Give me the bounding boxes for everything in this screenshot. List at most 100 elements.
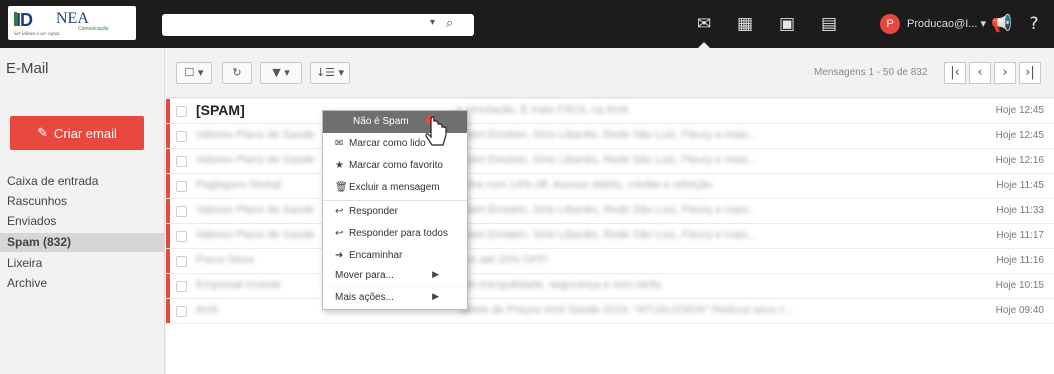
menu-item-reply-all[interactable]: ↩ Responder para todos (323, 223, 467, 245)
message-row[interactable]: Valoreo Plano de Saúde Albert Einstein, … (166, 149, 1054, 174)
top-bar: ID NEA Comunicação Ser idôneo é ser capa… (0, 0, 1054, 49)
edit-icon: ✎ (37, 125, 49, 140)
message-time: Hoje 12:45 (995, 105, 1044, 116)
folder-archive[interactable]: Archive (0, 274, 164, 293)
message-subject: Linha com 14% off, Acesso débito, crédit… (456, 179, 713, 191)
refresh-icon[interactable]: ↻ (222, 62, 252, 84)
message-sender: Valoreo Plano de Saúde (196, 129, 315, 141)
row-checkbox[interactable] (176, 181, 187, 192)
menu-item-delete[interactable]: 🗑Excluir a mensagem (323, 177, 467, 199)
message-sender: Pagloguro Global (196, 179, 282, 191)
calendar-icon[interactable]: ▦ (731, 10, 759, 38)
menu-item-label: Marcar como lido (349, 138, 426, 149)
menu-item-move[interactable]: Mover para... ▶ (322, 266, 468, 288)
menu-item-forward[interactable]: ➜ Encaminhar (323, 245, 467, 267)
message-sender: Valoreo Plano de Saúde (196, 204, 315, 216)
message-row[interactable]: Valoreo Plano de Saúde Albert Einstein, … (166, 124, 1054, 149)
menu-item-label: Mover para... (335, 270, 394, 281)
message-row[interactable]: Amil Tabela de Preços Amil Saúde 2019. *… (166, 299, 1054, 324)
unread-marker (166, 199, 170, 223)
envelope-open-icon: ✉ (335, 138, 344, 149)
menu-item-more-actions[interactable]: Mais ações... ▶ (322, 288, 468, 310)
message-sender: Valoreo Plano de Saúde (196, 229, 315, 241)
menu-item-reply[interactable]: ↩ Responder (323, 201, 467, 223)
message-subject: Albert Einstein, Sírio Libanês, Rede São… (456, 154, 757, 166)
message-time: Hoje 11:17 (996, 230, 1044, 241)
menu-item-mark-favorite[interactable]: ★ Marcar como favorito (323, 155, 467, 177)
message-sender: Empresal Investe (196, 279, 281, 291)
message-time: Hoje 11:45 (996, 180, 1044, 191)
message-time: Hoje 10:15 (995, 280, 1044, 291)
message-row[interactable]: Valoreo Plano de Saúde Albert Einstein, … (166, 199, 1054, 224)
logo-mark-text: ID (16, 10, 33, 30)
message-time: Hoje 12:16 (995, 155, 1044, 166)
announcements-icon[interactable]: 📢 (988, 10, 1016, 38)
unread-marker (166, 124, 170, 148)
message-subject: com até 20% OFF! (456, 254, 549, 266)
row-checkbox[interactable] (176, 281, 187, 292)
message-row[interactable]: [SPAM] a simulação. É mais FÁCIL na Amil… (166, 99, 1054, 124)
unread-marker (166, 249, 170, 273)
message-row[interactable]: Valoreo Plano de Saúde Albert Einstein, … (166, 224, 1054, 249)
message-sender: Preco Store (196, 254, 255, 266)
unread-marker (166, 99, 170, 123)
search-icon[interactable]: ⌕ (446, 15, 453, 31)
hand-cursor-icon (425, 115, 447, 146)
compose-button[interactable]: ✎ Criar email (10, 116, 144, 150)
row-checkbox[interactable] (176, 256, 187, 267)
message-time: Hoje 12:45 (995, 130, 1044, 141)
trash-icon: 🗑 (335, 182, 348, 193)
message-subject: Albert Einstein, Sírio Libanês, Rede São… (456, 204, 757, 216)
submenu-arrow-icon: ▶ (432, 292, 439, 302)
star-icon: ★ (335, 160, 344, 171)
page-title: E-Mail (6, 60, 49, 77)
select-all-checkbox[interactable]: ☐ ▾ (176, 62, 212, 84)
help-icon[interactable]: ? (1020, 10, 1048, 38)
contacts-icon[interactable]: ▣ (773, 10, 801, 38)
folder-sent[interactable]: Enviados (0, 212, 164, 231)
unread-marker (166, 224, 170, 248)
row-checkbox[interactable] (176, 306, 187, 317)
search-dropdown-icon[interactable]: ▾ (430, 17, 435, 28)
row-checkbox[interactable] (176, 156, 187, 167)
message-time: Hoje 11:16 (996, 255, 1044, 266)
row-checkbox[interactable] (176, 231, 187, 242)
folder-spam[interactable]: Spam (832) (0, 233, 164, 252)
submenu-arrow-icon: ▶ (432, 270, 439, 280)
folder-inbox[interactable]: Caixa de entrada (0, 172, 164, 191)
prev-page-icon[interactable]: ‹ (969, 62, 991, 84)
row-checkbox[interactable] (176, 206, 187, 217)
message-row[interactable]: Pagloguro Global Linha com 14% off, Aces… (166, 174, 1054, 199)
message-subject: Tabela de Preços Amil Saúde 2019. *ATUAL… (456, 304, 794, 316)
next-page-icon[interactable]: › (994, 62, 1016, 84)
folder-trash[interactable]: Lixeira (0, 254, 164, 273)
menu-item-label: Mais ações... (335, 292, 394, 303)
mail-toolbar: ☐ ▾ ↻ ▼ ▾ ↓☰ ▾ Mensagens 1 - 50 de 832 |… (166, 48, 1054, 98)
compose-label: Criar email (54, 125, 117, 141)
row-checkbox[interactable] (176, 106, 187, 117)
reply-icon: ↩ (335, 206, 344, 217)
menu-item-label: Responder (349, 206, 398, 217)
first-page-icon[interactable]: |‹ (944, 62, 966, 84)
row-checkbox[interactable] (176, 131, 187, 142)
message-subject: Albert Einstein, Sírio Libanês, Rede São… (456, 129, 757, 141)
forward-icon: ➜ (335, 250, 344, 261)
sidebar: E-Mail ✎ Criar email Caixa de entrada Ra… (0, 48, 165, 374)
search-input[interactable]: ▾ ⌕ (162, 14, 474, 36)
message-sender: Amil (196, 304, 218, 316)
pagination-text: Mensagens 1 - 50 de 832 (814, 67, 928, 78)
message-row[interactable]: Preco Store com até 20% OFF! Hoje 11:16 (166, 249, 1054, 274)
company-logo[interactable]: ID NEA Comunicação Ser idôneo é ser capa… (8, 6, 136, 40)
filter-icon[interactable]: ▼ ▾ (260, 62, 302, 84)
last-page-icon[interactable]: ›| (1019, 62, 1041, 84)
mail-icon[interactable]: ✉ (690, 10, 718, 38)
tasks-icon[interactable]: ▤ (815, 10, 843, 38)
account-menu[interactable]: Producao@I... ▾ (907, 17, 986, 30)
logo-tagline: Ser idôneo é ser capaz. (14, 32, 61, 37)
message-list: [SPAM] a simulação. É mais FÁCIL na Amil… (166, 99, 1054, 374)
message-subject: com tranquilidade, segurança e sem tarif… (456, 279, 661, 291)
sort-button[interactable]: ↓☰ ▾ (310, 62, 350, 84)
message-row[interactable]: Empresal Investe com tranquilidade, segu… (166, 274, 1054, 299)
avatar[interactable]: P (880, 14, 900, 34)
folder-drafts[interactable]: Rascunhos (0, 192, 164, 211)
